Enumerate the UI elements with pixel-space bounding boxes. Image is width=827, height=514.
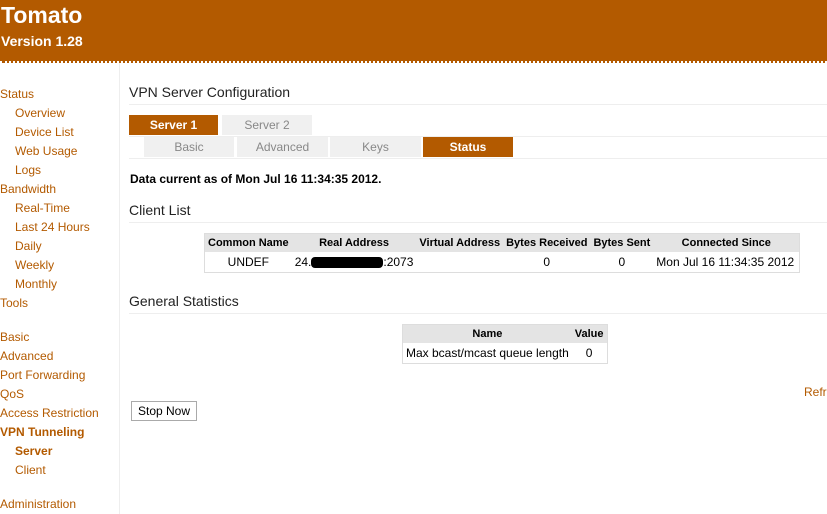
- header-divider: [0, 59, 827, 63]
- divider: [129, 104, 827, 105]
- sidebar-item-server[interactable]: Server: [15, 444, 52, 458]
- page-title: VPN Server Configuration: [129, 84, 291, 100]
- divider: [129, 158, 827, 159]
- sidebar-item-vpn-tunneling[interactable]: VPN Tunneling: [0, 425, 84, 439]
- sidebar-item-port-forwarding[interactable]: Port Forwarding: [0, 368, 85, 382]
- divider: [129, 313, 827, 314]
- sidebar-item-monthly[interactable]: Monthly: [15, 277, 57, 291]
- redaction-bar: [311, 257, 384, 269]
- divider: [129, 222, 827, 223]
- cell-bytes-received: 0: [543, 255, 551, 269]
- cell-real-address: 24. :2073: [292, 252, 417, 273]
- app-title: Tomato: [1, 2, 83, 28]
- table-header-row: Common Name Real Address Virtual Address…: [204, 233, 800, 252]
- tab-keys[interactable]: Keys: [330, 137, 421, 157]
- sidebar-item-status[interactable]: Status: [0, 87, 34, 101]
- sidebar-item-administration[interactable]: Administration: [0, 497, 76, 511]
- col-bytes-sent: Bytes Sent: [590, 233, 654, 252]
- col-bytes-received: Bytes Received: [503, 233, 591, 252]
- sidebar-item-access-restriction[interactable]: Access Restriction: [0, 406, 99, 420]
- sidebar-item-qos[interactable]: QoS: [0, 387, 24, 401]
- tab-status[interactable]: Status: [423, 137, 513, 157]
- cell-common-name: UNDEF: [227, 255, 270, 269]
- col-value: Value: [571, 324, 608, 343]
- sidebar-item-device-list[interactable]: Device List: [15, 125, 74, 139]
- client-list-title: Client List: [129, 202, 191, 218]
- table-row: Max bcast/mcast queue length 0: [403, 343, 608, 364]
- cell-bytes-sent: 0: [618, 255, 626, 269]
- cell-virtual-address: [416, 252, 503, 273]
- sidebar-item-basic[interactable]: Basic: [0, 330, 29, 344]
- tab-server-1[interactable]: Server 1: [129, 115, 218, 135]
- tab-advanced[interactable]: Advanced: [237, 137, 328, 157]
- real-address-port: :2073: [383, 255, 414, 269]
- sidebar-item-overview[interactable]: Overview: [15, 106, 65, 120]
- col-virtual-address: Virtual Address: [416, 233, 504, 252]
- sidebar-item-daily[interactable]: Daily: [15, 239, 42, 253]
- sidebar-item-advanced[interactable]: Advanced: [0, 349, 53, 363]
- data-current-text: Data current as of Mon Jul 16 11:34:35 2…: [130, 172, 382, 186]
- sidebar-item-web-usage[interactable]: Web Usage: [15, 144, 77, 158]
- col-name: Name: [402, 324, 572, 343]
- refresh-link[interactable]: Refr: [804, 385, 827, 399]
- header: Tomato Version 1.28: [0, 0, 827, 63]
- sidebar-item-client[interactable]: Client: [15, 463, 46, 477]
- col-common-name: Common Name: [204, 233, 292, 252]
- sidebar-item-logs[interactable]: Logs: [15, 163, 41, 177]
- sidebar-item-real-time[interactable]: Real-Time: [15, 201, 70, 215]
- table-header-row: Name Value: [402, 324, 608, 343]
- cell-connected-since: Mon Jul 16 11:34:35 2012: [656, 255, 795, 269]
- col-connected-since: Connected Since: [653, 233, 800, 252]
- sidebar: Status Overview Device List Web Usage Logs Ba…: [0, 63, 120, 514]
- tab-basic[interactable]: Basic: [144, 137, 234, 157]
- sidebar-item-tools[interactable]: Tools: [0, 296, 28, 310]
- table-row: UNDEF 24. :2073 0 0 Mon Jul 16 11:34:35 2…: [205, 252, 800, 273]
- col-real-address: Real Address: [291, 233, 417, 252]
- app-version: Version 1.28: [1, 33, 83, 49]
- cell-name: Max bcast/mcast queue length: [406, 346, 569, 360]
- cell-value: 0: [585, 346, 593, 360]
- tab-server-2[interactable]: Server 2: [222, 115, 312, 135]
- sidebar-item-last-24-hours[interactable]: Last 24 Hours: [15, 220, 90, 234]
- client-list-table: Common Name Real Address Virtual Address…: [204, 233, 801, 273]
- sidebar-item-weekly[interactable]: Weekly: [15, 258, 54, 272]
- general-statistics-table: Name Value Max bcast/mcast queue length …: [402, 324, 608, 364]
- sidebar-item-bandwidth[interactable]: Bandwidth: [0, 182, 56, 196]
- stop-now-button[interactable]: Stop Now: [131, 401, 198, 421]
- general-statistics-title: General Statistics: [129, 293, 239, 309]
- real-address-prefix: 24.: [294, 255, 312, 269]
